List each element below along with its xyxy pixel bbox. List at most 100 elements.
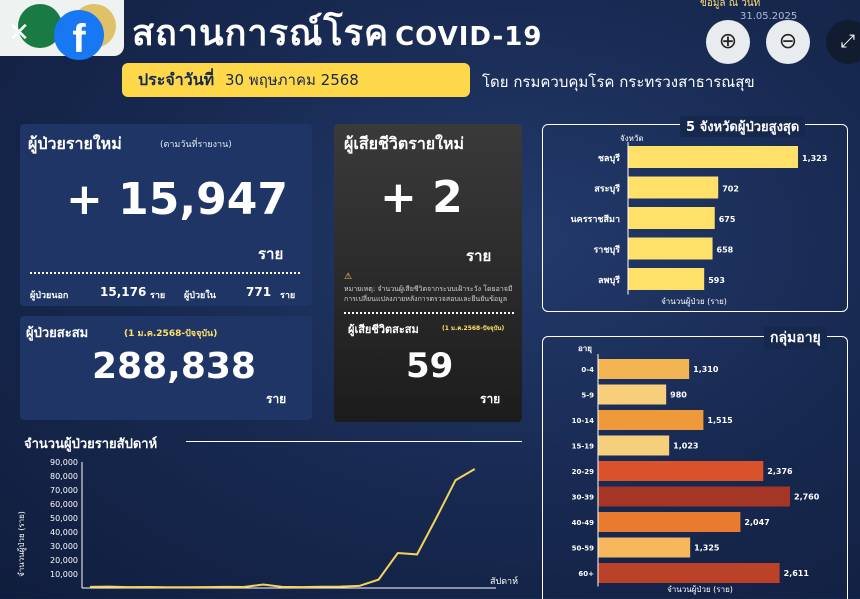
date-label: ประจำวันที่ — [138, 70, 215, 89]
cumulative-period: (1 ม.ค.2568-ปัจจุบัน) — [124, 329, 218, 339]
age-group-chart: 0-4 1,310 5-9 980 10-14 1,515 15-19 1,023 20-29 2… — [572, 354, 820, 595]
new-cases-panel: ผู้ป่วยรายใหม่ (ตามวันที่รายงาน) + 15,94… — [20, 124, 312, 306]
inpatient-value: 771 — [246, 285, 272, 299]
age-value: 2,376 — [767, 467, 793, 476]
y-tick-label: 70,000 — [50, 486, 78, 495]
y-tick-label: 90,000 — [50, 458, 78, 467]
new-cases-value: + 15,947 — [66, 174, 288, 225]
province-label: นครราชสีมา — [571, 214, 620, 225]
zoom-in-icon: ⊕ — [718, 29, 738, 54]
update-label: ข้อมูล ณ วันที่ — [700, 0, 761, 9]
y-axis-label: จำนวนผู้ป่วย (ราย) — [17, 511, 27, 577]
update-info: ข้อมูล ณ วันที่ 31.05.2025 — [700, 0, 860, 22]
deaths-note: หมายเหตุ: จำนวนผู้เสียชีวิตจากระบบเฝ้าระ… — [344, 285, 513, 303]
close-icon[interactable]: ✕ — [4, 18, 34, 48]
outpatient-value: 15,176 — [100, 285, 147, 299]
age-value: 2,047 — [744, 518, 769, 527]
divider — [30, 272, 300, 274]
title-covid: COVID-19 — [395, 22, 543, 52]
zoom-out-icon: ⊖ — [778, 29, 798, 54]
new-cases-label: ผู้ป่วยรายใหม่ — [28, 134, 122, 153]
y-tick-label: 50,000 — [50, 514, 78, 523]
age-label: 40-49 — [572, 519, 595, 527]
deaths-divider — [344, 312, 514, 314]
deaths-value: + 2 — [380, 172, 463, 223]
date-value: 30 พฤษภาคม 2568 — [224, 71, 359, 89]
province-label: ราชบุรี — [593, 245, 620, 256]
age-bar — [598, 384, 667, 405]
province-label: ชลบุรี — [598, 153, 620, 164]
age-bar — [598, 359, 690, 379]
weekly-chart-title: จำนวนผู้ป่วยรายสัปดาห์ — [24, 437, 158, 452]
age-value: 1,515 — [707, 416, 733, 425]
age-label: 0-4 — [581, 366, 594, 374]
weekly-cases-line — [89, 468, 476, 589]
inpatient-unit: ราย — [280, 291, 296, 301]
deaths-label: ผู้เสียชีวิตรายใหม่ — [344, 134, 465, 153]
title-thai: สถานการณ์โรค — [132, 13, 390, 54]
x-axis-label: สัปดาห์ — [490, 575, 518, 587]
age-bar — [598, 512, 741, 532]
province-value: 702 — [722, 185, 739, 194]
age-label: 30-39 — [572, 494, 595, 502]
cumulative-value: 288,838 — [92, 346, 256, 387]
age-value: 980 — [670, 391, 687, 400]
cumulative-unit: ราย — [266, 392, 287, 406]
province-value: 658 — [717, 246, 734, 255]
province-value: 675 — [719, 215, 736, 224]
age-bar — [598, 461, 764, 481]
province-bar — [628, 268, 705, 290]
province-bar — [628, 176, 719, 199]
fullscreen-button[interactable]: ⤢ — [826, 20, 860, 64]
weekly-cases-chart: 10,000 20,000 30,000 40,000 50,000 60,000 70,0… — [17, 458, 518, 589]
age-bar — [598, 563, 780, 583]
age-bar — [598, 537, 691, 558]
province-bar — [628, 237, 713, 260]
deaths-unit: ราย — [466, 247, 492, 265]
weekly-title-rule — [186, 441, 522, 442]
page-title: สถานการณ์โรค COVID-19 — [132, 4, 542, 61]
cumulative-panel: ผู้ป่วยสะสม (1 ม.ค.2568-ปัจจุบัน) 288,83… — [20, 316, 312, 420]
date-banner: ประจำวันที่ 30 พฤษภาคม 2568 — [122, 63, 470, 97]
age-x-caption: จำนวนผู้ป่วย (ราย) — [667, 585, 733, 595]
province-value: 1,323 — [802, 154, 827, 163]
facebook-share-button[interactable]: f — [54, 10, 104, 61]
new-cases-sublabel: (ตามวันที่รายงาน) — [160, 140, 232, 150]
age-label: 60+ — [578, 570, 594, 578]
age-bar — [598, 486, 790, 507]
deaths-panel: ผู้เสียชีวิตรายใหม่ + 2 ราย ⚠ หมายเหตุ: … — [334, 124, 522, 422]
province-x-caption: จำนวนผู้ป่วย (ราย) — [661, 297, 727, 307]
zoom-out-button[interactable]: ⊖ — [766, 20, 810, 64]
cumulative-label: ผู้ป่วยสะสม — [26, 326, 89, 341]
y-tick-label: 20,000 — [50, 556, 78, 565]
province-bar — [628, 207, 715, 229]
y-tick-label: 40,000 — [50, 528, 78, 537]
expand-icon: ⤢ — [840, 31, 856, 52]
inpatient-label: ผู้ป่วยใน — [184, 291, 216, 301]
top-provinces-title: 5 จังหวัดผู้ป่วยสูงสุด — [680, 116, 806, 137]
y-tick-label: 60,000 — [50, 500, 78, 509]
province-label: สระบุรี — [594, 184, 620, 195]
age-label: 50-59 — [572, 545, 595, 553]
age-value: 1,023 — [673, 442, 698, 451]
age-value: 1,310 — [693, 365, 719, 374]
deaths-cum-label: ผู้เสียชีวิตสะสม — [348, 323, 419, 336]
age-value: 1,325 — [694, 544, 720, 553]
age-group-title: กลุ่มอายุ — [764, 327, 827, 349]
province-value: 593 — [708, 276, 725, 285]
outpatient-unit: ราย — [150, 291, 166, 301]
zoom-in-button[interactable]: ⊕ — [706, 20, 750, 64]
y-tick-label: 30,000 — [50, 542, 78, 551]
deaths-cum-period: (1 ม.ค.2568-ปัจจุบัน) — [442, 325, 505, 332]
age-value: 2,760 — [794, 493, 820, 502]
age-label: 20-29 — [572, 468, 595, 476]
age-label: 10-14 — [572, 417, 595, 425]
age-bar — [598, 435, 670, 456]
age-bar — [598, 410, 704, 430]
deaths-cum-value: 59 — [406, 346, 454, 386]
age-label: 5-9 — [581, 392, 594, 400]
age-label: 15-19 — [572, 443, 595, 451]
province-label: ลพบุรี — [598, 275, 620, 286]
new-cases-unit: ราย — [258, 245, 284, 263]
agency-label: โดย กรมควบคุมโรค กระทรวงสาธารณสุข — [482, 73, 755, 91]
